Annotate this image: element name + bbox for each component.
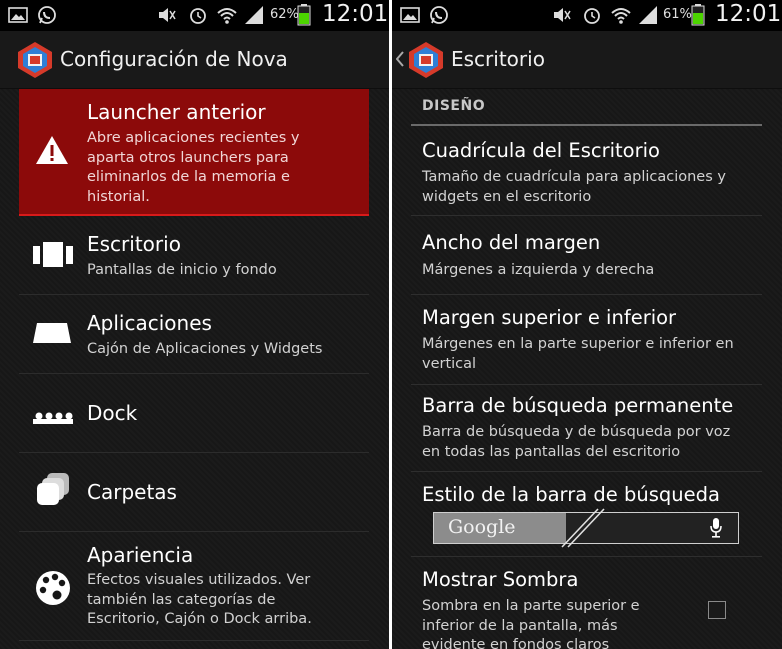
palette-icon	[36, 571, 70, 605]
nova-launcher-logo-icon[interactable]	[407, 41, 445, 79]
item-subtitle: Márgenes en la parte superior e inferior…	[422, 336, 734, 372]
list-item-ancho-margen[interactable]: Ancho del margen Márgenes a izquierda y …	[411, 216, 762, 295]
microphone-icon	[710, 518, 722, 538]
item-title: Estilo de la barra de búsqueda	[422, 483, 720, 506]
item-title: Barra de búsqueda permanente	[422, 394, 734, 417]
settings-list: Launcher anterior Abre aplicaciones reci…	[0, 89, 389, 649]
item-title: Aplicaciones	[87, 311, 212, 335]
battery-percent: 61%	[663, 7, 692, 22]
list-item-barra-busqueda[interactable]: Barra de búsqueda permanente Barra de bú…	[411, 385, 762, 472]
mute-icon	[554, 8, 571, 22]
battery-icon	[691, 4, 705, 26]
nova-launcher-logo-icon[interactable]	[16, 41, 54, 79]
item-title: Margen superior e inferior	[422, 306, 677, 329]
action-bar: Configuración de Nova	[0, 31, 389, 89]
gallery-icon	[400, 7, 420, 23]
right-screen: 61% 12:01 Escritorio DISEÑO Cuadrícula d…	[392, 0, 782, 649]
list-item-launcher-anterior[interactable]: Launcher anterior Abre aplicaciones reci…	[19, 89, 369, 216]
folder-icon	[37, 473, 69, 505]
item-subtitle: Tamaño de cuadrícula para aplicaciones y…	[422, 169, 726, 205]
mute-icon	[159, 8, 176, 22]
item-subtitle: Sombra en la parte superior e inferior d…	[422, 598, 640, 649]
list-item-margen-superior[interactable]: Margen superior e inferior Márgenes en l…	[411, 295, 762, 385]
apps-drawer-icon	[33, 323, 71, 343]
wifi-icon	[217, 8, 237, 24]
list-item-apariencia[interactable]: Apariencia Efectos visuales utilizados. …	[19, 532, 369, 641]
item-subtitle: Barra de búsqueda y de búsqueda por voz …	[422, 424, 731, 460]
status-bar: 62% 12:01	[0, 0, 389, 31]
item-title: Apariencia	[87, 543, 194, 567]
whatsapp-icon	[38, 6, 56, 24]
item-subtitle: Efectos visuales utilizados. Ver también…	[87, 572, 312, 627]
section-header: DISEÑO	[422, 98, 486, 114]
battery-icon	[297, 4, 311, 26]
item-title: Cuadrícula del Escritorio	[422, 139, 660, 162]
dock-icon	[33, 412, 73, 424]
google-brand-text: Google	[448, 516, 516, 538]
back-chevron-icon[interactable]	[396, 51, 404, 67]
clock: 12:01	[715, 1, 782, 27]
gallery-icon	[8, 7, 28, 23]
item-subtitle: Márgenes a izquierda y derecha	[422, 262, 655, 278]
list-item-cuadricula[interactable]: Cuadrícula del Escritorio Tamaño de cuad…	[411, 126, 762, 216]
item-subtitle: Pantallas de inicio y fondo	[87, 262, 277, 278]
screen-title: Configuración de Nova	[60, 47, 288, 71]
signal-icon	[639, 6, 657, 24]
item-title: Dock	[87, 401, 138, 425]
item-subtitle: Cajón de Aplicaciones y Widgets	[87, 341, 323, 357]
signal-icon	[245, 6, 263, 24]
search-bar-style-preview[interactable]: Google	[433, 508, 739, 548]
desktop-icon	[33, 242, 73, 267]
item-subtitle: Abre aplicaciones recientes y aparta otr…	[87, 130, 300, 205]
slash-divider	[561, 508, 605, 548]
mostrar-sombra-checkbox[interactable]	[708, 601, 726, 619]
list-item-aplicaciones[interactable]: Aplicaciones Cajón de Aplicaciones y Wid…	[19, 295, 369, 374]
warning-icon	[36, 136, 68, 164]
clock: 12:01	[322, 1, 389, 27]
left-screen: 62% 12:01 Configuración de Nova Launcher…	[0, 0, 389, 649]
item-title: Carpetas	[87, 480, 177, 504]
item-title: Mostrar Sombra	[422, 568, 579, 591]
status-bar: 61% 12:01	[392, 0, 782, 31]
battery-percent: 62%	[270, 7, 299, 22]
list-item-dock[interactable]: Dock	[19, 374, 369, 453]
item-title: Launcher anterior	[87, 100, 266, 124]
wifi-icon	[611, 8, 631, 24]
alarm-icon	[584, 8, 600, 24]
item-title: Escritorio	[87, 232, 181, 256]
alarm-icon	[190, 8, 206, 24]
screen-title: Escritorio	[451, 47, 545, 71]
whatsapp-icon	[430, 6, 448, 24]
list-item-carpetas[interactable]: Carpetas	[19, 453, 369, 532]
list-item-escritorio[interactable]: Escritorio Pantallas de inicio y fondo	[19, 216, 369, 295]
action-bar: Escritorio	[392, 31, 782, 89]
item-title: Ancho del margen	[422, 231, 601, 254]
